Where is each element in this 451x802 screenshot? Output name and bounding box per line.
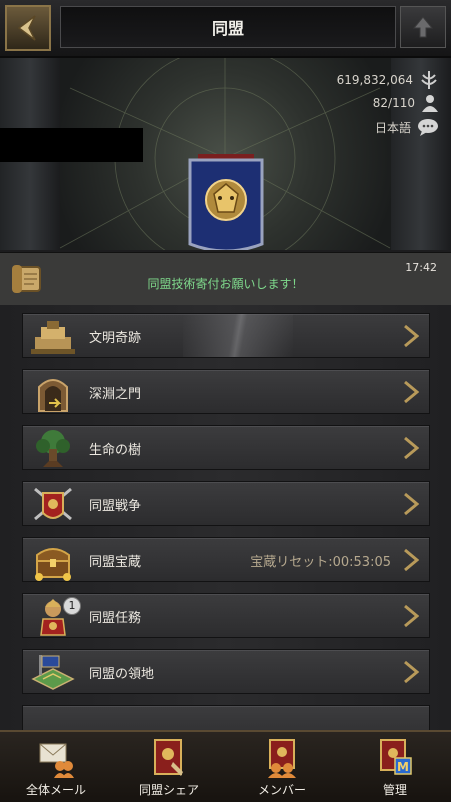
up-button[interactable]: [400, 6, 446, 48]
alliance-power: 619,832,064: [337, 70, 439, 90]
menu-item-alliance-treasure[interactable]: 同盟宝蔵 宝蔵リセット:00:53:05: [22, 537, 430, 582]
menu-item-wonder[interactable]: 文明奇跡: [22, 313, 430, 358]
alliance-language: 日本語: [375, 118, 439, 136]
territory-map-icon: [31, 655, 75, 690]
bottom-nav: 全体メール 同盟シェア メンバー M 管理: [0, 730, 451, 802]
quest-count-badge: 1: [63, 597, 81, 615]
shine-decoration: [183, 314, 293, 357]
person-icon: [422, 95, 438, 112]
top-bar: 同盟: [0, 0, 451, 58]
menu-item-tree-of-life[interactable]: 生命の樹: [22, 425, 430, 470]
abyss-gate-icon: [38, 379, 68, 412]
menu-item-alliance-territory[interactable]: 同盟の領地: [22, 649, 430, 694]
tree-of-life-icon: [36, 430, 70, 467]
members-value: 82/110: [372, 96, 415, 110]
treasure-reset-timer: 宝蔵リセット:00:53:05: [250, 555, 391, 570]
menu-item-partial[interactable]: [22, 705, 430, 730]
menu-item-label: 同盟戦争: [89, 499, 142, 514]
alliance-name-redacted: [0, 128, 143, 162]
nav-members[interactable]: メンバー: [226, 732, 338, 802]
menu-item-alliance-quest[interactable]: 同盟任務: [22, 593, 430, 638]
power-value: 619,832,064: [336, 73, 413, 87]
nav-alliance-share[interactable]: 同盟シェア: [113, 732, 225, 802]
menu-item-label: 深淵之門: [89, 387, 142, 402]
back-arrow-icon: [17, 15, 36, 41]
nav-global-mail[interactable]: 全体メール: [0, 732, 112, 802]
chevron-right-icon: [404, 660, 419, 684]
menu-item-label: 同盟任務: [89, 611, 142, 626]
war-shield-icon: [34, 487, 72, 521]
alliance-emblem-flag: [188, 154, 264, 250]
menu-item-abyss-gate[interactable]: 深淵之門: [22, 369, 430, 414]
language-value: 日本語: [374, 120, 411, 135]
alliance-members: 82/110: [373, 94, 439, 112]
chevron-right-icon: [404, 324, 419, 348]
up-arrow-icon: [412, 16, 434, 38]
chevron-right-icon: [404, 380, 419, 404]
chat-time: 17:42: [405, 261, 437, 274]
members-icon: [268, 739, 296, 778]
wonder-icon: [31, 321, 75, 354]
alliance-menu-list: 文明奇跡 深淵之門 生命の樹 同盟戦争 同盟宝蔵 宝蔵リセット:00:53:05…: [0, 305, 451, 730]
mail-icon: [39, 743, 74, 778]
alliance-banner-area: 619,832,064 82/110 日本語: [0, 58, 451, 250]
menu-item-label: 生命の樹: [89, 443, 142, 458]
menu-item-alliance-war[interactable]: 同盟戦争: [22, 481, 430, 526]
svg-text:M: M: [397, 760, 409, 774]
chevron-right-icon: [404, 436, 419, 460]
nav-label: 全体メール: [25, 783, 86, 797]
chat-bubble-icon: [418, 119, 438, 136]
menu-item-label: 同盟の領地: [89, 667, 155, 682]
share-icon: [154, 739, 183, 776]
manage-icon: M: [380, 739, 412, 775]
treasure-chest-icon: [35, 548, 71, 581]
nav-manage[interactable]: M 管理: [339, 732, 451, 802]
chevron-right-icon: [404, 548, 419, 572]
chevron-right-icon: [404, 492, 419, 516]
power-icon: [421, 71, 437, 89]
page-title: 同盟: [60, 6, 396, 48]
alliance-chat-preview[interactable]: 17:42 同盟技術寄付お願いします！: [0, 252, 451, 306]
nav-label: 管理: [382, 783, 407, 797]
menu-item-label: 同盟宝蔵: [89, 555, 142, 570]
nav-label: 同盟シェア: [138, 783, 199, 797]
back-button[interactable]: [5, 5, 51, 51]
chat-message: 同盟技術寄付お願いします！: [147, 277, 304, 291]
menu-item-label: 文明奇跡: [89, 331, 142, 346]
nav-label: メンバー: [257, 783, 306, 797]
chevron-right-icon: [404, 604, 419, 628]
